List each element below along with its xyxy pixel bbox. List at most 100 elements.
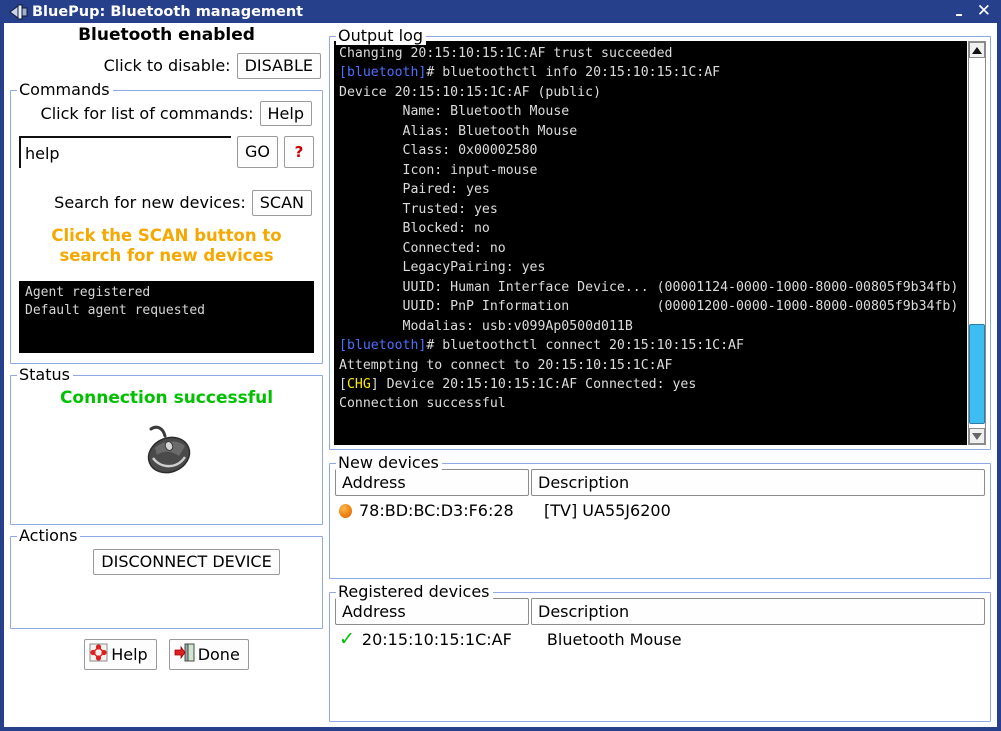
disconnect-device-button[interactable]: DISCONNECT DEVICE	[93, 549, 280, 575]
green-check-icon: ✓	[339, 628, 355, 650]
window-title: BluePup: Bluetooth management	[32, 3, 304, 20]
status-frame: Status Connection successful	[10, 365, 323, 526]
go-button[interactable]: GO	[237, 136, 278, 169]
log-token: Paired: yes	[339, 182, 490, 198]
help-button-label: Help	[111, 644, 148, 664]
new-devices-header-row: Address Description	[335, 469, 985, 496]
log-line: Alias: Bluetooth Mouse	[339, 122, 963, 141]
scan-button[interactable]: SCAN	[251, 190, 312, 216]
log-line: Changing 20:15:10:15:1C:AF trust succeed…	[339, 44, 963, 63]
log-line: UUID: Human Interface Device... (0000112…	[339, 278, 963, 297]
close-button[interactable]: ✕	[977, 3, 991, 20]
commands-help-button[interactable]: Help	[259, 100, 312, 127]
command-entry-row: GO ?	[19, 136, 314, 169]
log-line: Device 20:15:10:15:1C:AF (public)	[339, 83, 963, 102]
bluetooth-enabled-heading: Bluetooth enabled	[78, 25, 255, 45]
status-icon-wrap	[19, 422, 314, 484]
log-line: Trusted: yes	[339, 200, 963, 219]
main-content: Bluetooth enabled Click to disable: DISA…	[4, 23, 997, 727]
log-token: LegacyPairing: yes	[339, 260, 546, 276]
done-button-label: Done	[197, 644, 240, 664]
disable-button[interactable]: DISABLE	[236, 53, 321, 79]
commands-frame: Commands Click for list of commands: Hel…	[10, 79, 323, 365]
commands-help-row: Click for list of commands: Help	[19, 100, 314, 127]
registered-devices-frame: Registered devices Address Description ✓…	[329, 582, 991, 722]
commands-frame-title: Commands	[17, 79, 113, 99]
output-log-body: Changing 20:15:10:15:1C:AF trust succeed…	[334, 41, 986, 445]
scroll-up-arrow-icon[interactable]	[969, 42, 985, 58]
column-header-description[interactable]: Description	[531, 598, 985, 625]
log-line: Connected: no	[339, 239, 963, 258]
bluetooth-dongle-icon	[8, 3, 30, 21]
column-header-description[interactable]: Description	[531, 469, 985, 496]
disable-row: Click to disable: DISABLE	[10, 53, 323, 79]
log-token: Modalias: usb:v099Ap0500d011B	[339, 318, 633, 334]
scan-hint-line1: Click the SCAN button to	[51, 225, 282, 245]
log-token: [bluetooth]	[339, 65, 427, 81]
device-address: 20:15:10:15:1C:AF	[361, 630, 512, 649]
log-line: Blocked: no	[339, 219, 963, 238]
log-token: Name: Bluetooth Mouse	[339, 104, 570, 120]
table-row[interactable]: ✓ 20:15:10:15:1C:AF Bluetooth Mouse	[335, 625, 985, 650]
disable-label: Click to disable:	[103, 56, 231, 76]
help-button[interactable]: Help	[84, 639, 157, 670]
mouse-icon	[135, 422, 199, 484]
log-token: Class: 0x00002580	[339, 143, 538, 159]
status-frame-title: Status	[17, 365, 73, 385]
app-window: BluePup: Bluetooth management – ✕ Blueto…	[0, 0, 1001, 731]
left-panel: Bluetooth enabled Click to disable: DISA…	[4, 23, 327, 727]
scan-label: Search for new devices:	[54, 193, 246, 213]
log-line: [bluetooth]# bluetoothctl info 20:15:10:…	[339, 63, 963, 82]
footer-buttons: Help Done	[10, 639, 323, 670]
scan-hint-text: Click the SCAN button to search for new …	[33, 226, 300, 267]
scrollbar-thumb[interactable]	[969, 324, 985, 425]
output-log-terminal: Changing 20:15:10:15:1C:AF trust succeed…	[334, 41, 967, 445]
scan-row: Search for new devices: SCAN	[19, 190, 314, 216]
actions-frame: Actions DISCONNECT DEVICE	[10, 526, 323, 630]
log-token: UUID: Human Interface Device... (0000112…	[339, 279, 959, 295]
title-bar: BluePup: Bluetooth management – ✕	[4, 0, 997, 23]
scrollbar-track[interactable]	[969, 58, 985, 428]
status-message: Connection successful	[59, 388, 274, 409]
log-token: # bluetoothctl connect 20:15:10:15:1C:AF	[426, 338, 744, 354]
registered-devices-title: Registered devices	[336, 582, 493, 601]
agent-log-line: Default agent requested	[25, 303, 206, 319]
command-help-question-icon[interactable]: ?	[284, 136, 314, 169]
log-token: Changing 20:15:10:15:1C:AF trust succeed…	[339, 46, 673, 61]
registered-devices-header-row: Address Description	[335, 598, 985, 625]
output-log-title: Output log	[336, 26, 427, 45]
new-devices-title: New devices	[336, 453, 442, 472]
log-token: Device 20:15:10:15:1C:AF (public)	[339, 84, 602, 100]
log-line: Icon: input-mouse	[339, 161, 963, 180]
output-log-scrollbar[interactable]	[968, 41, 986, 445]
new-devices-frame: New devices Address Description 78:BD:BC…	[329, 453, 991, 579]
actions-inner: DISCONNECT DEVICE	[19, 543, 314, 575]
scroll-down-arrow-icon[interactable]	[969, 428, 985, 444]
log-token: # bluetoothctl info 20:15:10:15:1C:AF	[426, 65, 721, 81]
log-token: Connected: no	[339, 240, 506, 256]
device-description: Bluetooth Mouse	[546, 630, 682, 649]
actions-frame-title: Actions	[17, 526, 81, 546]
column-header-address[interactable]: Address	[335, 469, 529, 496]
log-token: Trusted: yes	[339, 201, 498, 217]
log-line: Connection successful	[339, 394, 963, 413]
device-description: [TV] UA55J6200	[544, 501, 671, 520]
log-line: [CHG] Device 20:15:10:15:1C:AF Connected…	[339, 375, 963, 394]
log-token: Blocked: no	[339, 221, 490, 237]
log-line: Paired: yes	[339, 180, 963, 199]
column-header-address[interactable]: Address	[335, 598, 529, 625]
log-line: UUID: PnP Information (00001200-0000-100…	[339, 297, 963, 316]
log-token: Connection successful	[339, 396, 506, 412]
log-token: Icon: input-mouse	[339, 162, 538, 178]
minimize-button[interactable]: –	[955, 7, 963, 22]
log-line: Class: 0x00002580	[339, 141, 963, 160]
help-puzzle-icon	[89, 643, 108, 666]
log-token: ] Device 20:15:10:15:1C:AF Connected: ye…	[370, 376, 697, 392]
table-row[interactable]: 78:BD:BC:D3:F6:28 [TV] UA55J6200	[335, 496, 985, 520]
done-button[interactable]: Done	[168, 639, 249, 670]
command-input[interactable]	[19, 136, 231, 169]
orange-dot-icon	[339, 503, 352, 518]
log-line: Modalias: usb:v099Ap0500d011B	[339, 317, 963, 336]
log-line: Name: Bluetooth Mouse	[339, 102, 963, 121]
log-token: [bluetooth]	[339, 338, 427, 354]
